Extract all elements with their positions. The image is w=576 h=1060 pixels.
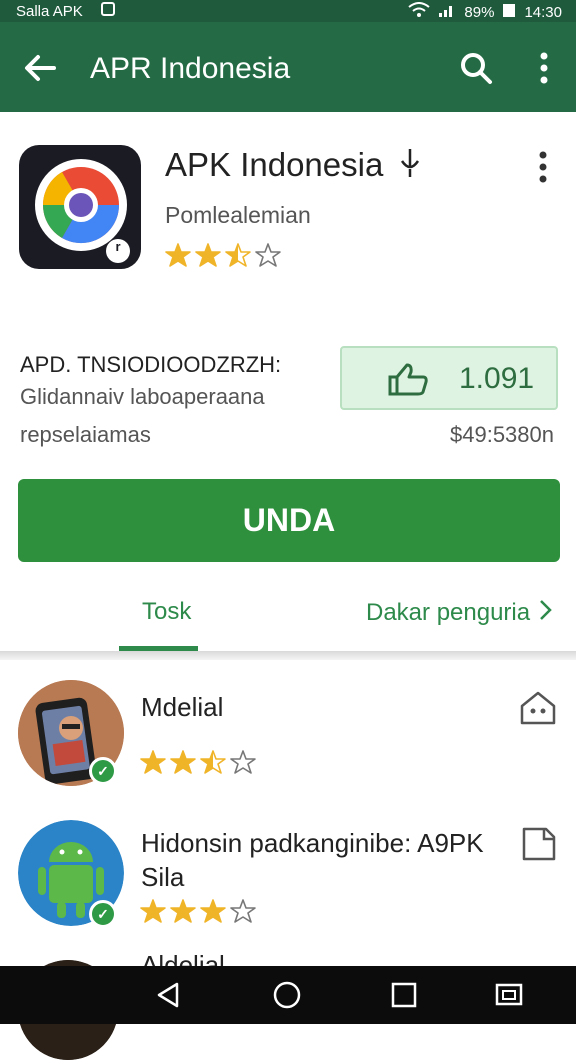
developer-name[interactable]: Pomlealemian <box>165 202 311 229</box>
search-icon[interactable] <box>458 50 494 86</box>
page-title: APR Indonesia <box>90 52 291 85</box>
star-filled-icon <box>140 898 166 924</box>
star-empty-icon <box>255 242 281 268</box>
verified-badge-icon: ✓ <box>89 900 117 928</box>
app-bar: APR Indonesia <box>0 22 576 112</box>
notification-icon <box>100 2 115 20</box>
app-icon-badge: r <box>115 239 121 254</box>
battery-icon <box>502 2 516 22</box>
recent-apps-icon[interactable] <box>389 980 419 1010</box>
app-icon: r <box>19 145 141 269</box>
star-filled-icon <box>200 749 226 775</box>
info-description: Glidannaiv laboaperaana <box>20 384 265 409</box>
clock: 14:30 <box>524 3 562 21</box>
star-filled-icon <box>225 242 251 268</box>
star-filled-icon <box>140 749 166 775</box>
star-filled-icon <box>170 898 196 924</box>
star-empty-icon <box>230 898 256 924</box>
app-overflow-menu-icon[interactable] <box>532 150 554 184</box>
price-label: $49:5380n <box>450 422 554 447</box>
list-item-rating <box>140 749 256 775</box>
info-title: APD. TNSIODIOODZRZH: <box>20 352 282 377</box>
list-item-title: Hidonsin padkanginibe: A9PK Sila <box>141 828 484 892</box>
status-bar: Salla APK 89% 14:30 <box>0 0 576 22</box>
signal-icon <box>438 2 456 22</box>
thumbs-up-icon <box>386 362 430 396</box>
verified-badge-icon: ✓ <box>89 757 117 785</box>
list-item-rating <box>140 898 256 924</box>
likes-button[interactable]: 1.091 <box>340 346 558 410</box>
app-rating-stars <box>165 242 281 268</box>
star-empty-icon <box>230 749 256 775</box>
list-item-title: Aldelial <box>141 950 225 966</box>
star-filled-icon <box>195 242 221 268</box>
likes-count: 1.091 <box>459 362 535 395</box>
battery-percent: 89% <box>464 3 495 21</box>
back-triangle-icon[interactable] <box>153 980 183 1010</box>
star-filled-icon <box>170 749 196 775</box>
star-filled-icon <box>165 242 191 268</box>
overflow-menu-icon[interactable] <box>530 50 558 86</box>
screenshot-icon[interactable] <box>494 980 524 1010</box>
app-name: APK Indonesia <box>165 146 421 187</box>
tab-right[interactable]: Dakar penguria <box>366 598 553 629</box>
list-item-title: Mdelial <box>141 692 224 722</box>
chevron-right-icon <box>537 598 553 629</box>
back-arrow-icon[interactable] <box>22 50 58 86</box>
home-circle-icon[interactable] <box>272 980 302 1010</box>
bookmark-icon[interactable] <box>520 826 560 862</box>
carrier-label: Salla APK <box>16 3 83 20</box>
info-subtext: repselaiamas <box>20 422 151 447</box>
star-filled-icon <box>200 898 226 924</box>
install-button[interactable]: UNDA <box>18 479 560 562</box>
wifi-icon <box>408 2 431 22</box>
section-divider <box>0 651 576 660</box>
system-nav-bar <box>0 966 576 1024</box>
tab-left[interactable]: Tosk <box>142 598 191 626</box>
home-icon[interactable] <box>518 690 558 726</box>
microphone-icon <box>399 147 421 187</box>
